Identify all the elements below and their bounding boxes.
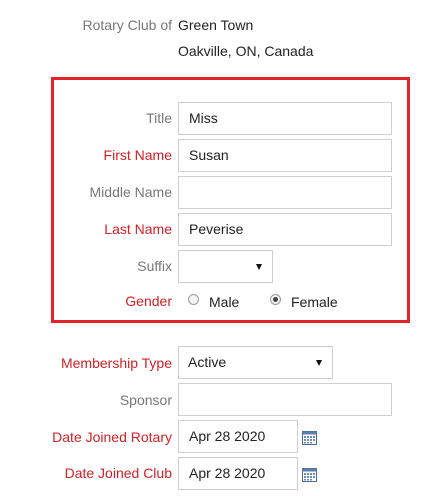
date-joined-club-label: Date Joined Club — [64, 465, 172, 481]
chevron-down-icon — [256, 264, 262, 270]
membership-type-label: Membership Type — [60, 355, 172, 371]
first-name-label: First Name — [103, 147, 172, 163]
date-joined-rotary-input[interactable]: Apr 28 2020 — [178, 420, 298, 453]
title-label: Title — [146, 110, 172, 126]
title-input[interactable]: Miss — [178, 102, 392, 135]
membership-type-selected-value: Active — [188, 354, 227, 370]
chevron-down-icon — [316, 360, 322, 366]
gender-female-radio-icon[interactable] — [270, 294, 281, 305]
gender-male-radio-icon[interactable] — [188, 294, 199, 305]
club-label: Rotary Club of — [82, 17, 172, 33]
middle-name-input[interactable] — [178, 176, 392, 209]
club-location: Oakville, ON, Canada — [178, 43, 314, 59]
sponsor-label: Sponsor — [119, 392, 172, 408]
suffix-select[interactable] — [178, 250, 273, 283]
suffix-label: Suffix — [137, 258, 172, 274]
membership-type-select[interactable]: Active — [178, 346, 333, 379]
last-name-input[interactable]: Peverise — [178, 213, 392, 246]
date-joined-club-input[interactable]: Apr 28 2020 — [178, 457, 298, 490]
calendar-icon[interactable] — [302, 468, 317, 482]
middle-name-label: Middle Name — [89, 184, 172, 200]
gender-label: Gender — [125, 293, 172, 309]
date-joined-rotary-label: Date Joined Rotary — [52, 429, 172, 445]
calendar-icon[interactable] — [302, 431, 317, 445]
last-name-label: Last Name — [104, 221, 172, 237]
gender-female-label[interactable]: Female — [291, 294, 338, 310]
club-name: Green Town — [178, 17, 254, 33]
sponsor-input[interactable] — [178, 383, 392, 416]
gender-male-label[interactable]: Male — [209, 294, 239, 310]
first-name-input[interactable]: Susan — [178, 139, 392, 172]
